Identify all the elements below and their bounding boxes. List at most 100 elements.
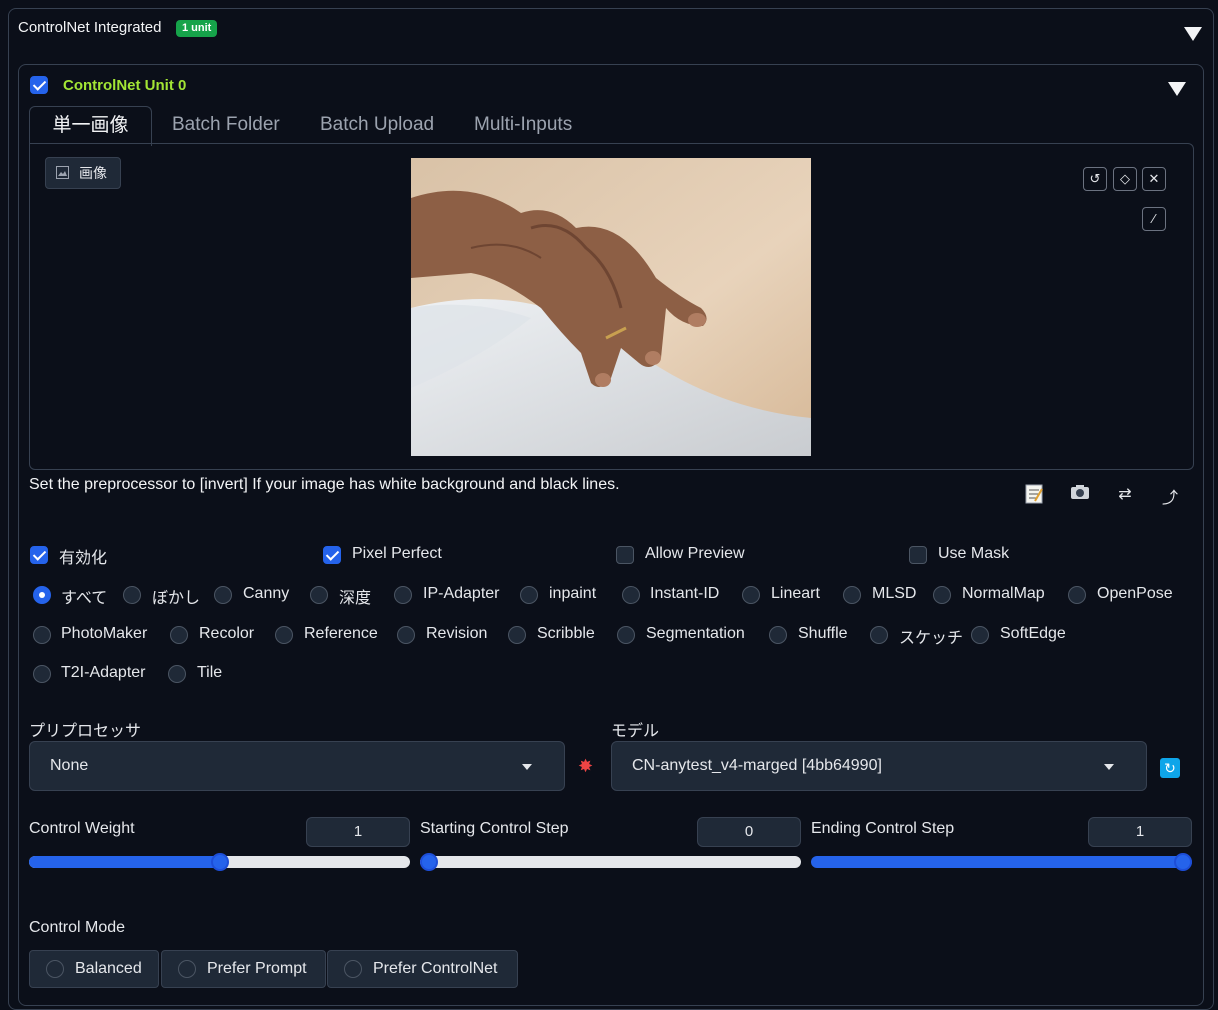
tab-batch-upload[interactable]: Batch Upload bbox=[320, 106, 434, 144]
radio-label: T2I-Adapter bbox=[61, 664, 146, 681]
radio-lineart[interactable] bbox=[742, 586, 760, 604]
starting-step-label: Starting Control Step bbox=[420, 820, 569, 837]
preprocessor-dropdown[interactable]: None bbox=[29, 741, 565, 791]
mode-prefer-prompt[interactable]: Prefer Prompt bbox=[161, 950, 326, 988]
model-value: CN-anytest_v4-marged [4bb64990] bbox=[632, 757, 882, 774]
ending-step-input[interactable]: 1 bbox=[1088, 817, 1192, 847]
image-icon bbox=[56, 166, 69, 179]
allow-preview-checkbox[interactable] bbox=[616, 546, 634, 564]
radio-recolor[interactable] bbox=[170, 626, 188, 644]
close-icon[interactable]: ✕ bbox=[1142, 167, 1166, 191]
slider-thumb[interactable] bbox=[1174, 853, 1192, 871]
preprocessor-hint: Set the preprocessor to [invert] If your… bbox=[29, 476, 620, 493]
radio-label: スケッチ bbox=[899, 630, 964, 647]
radio-label: Reference bbox=[304, 625, 378, 642]
pixel-perfect-checkbox[interactable] bbox=[323, 546, 341, 564]
radio-openpose[interactable] bbox=[1068, 586, 1086, 604]
run-preprocessor-icon[interactable]: ✸ bbox=[578, 756, 593, 777]
collapse-triangle-icon[interactable] bbox=[1184, 27, 1202, 41]
unit-collapse-triangle-icon[interactable] bbox=[1168, 82, 1186, 96]
radio-label: Scribble bbox=[537, 625, 595, 642]
starting-step-slider[interactable] bbox=[420, 856, 801, 868]
mode-prefer-controlnet[interactable]: Prefer ControlNet bbox=[327, 950, 518, 988]
radio-label: PhotoMaker bbox=[61, 625, 148, 642]
unit-label[interactable]: ControlNet Unit 0 bbox=[63, 77, 186, 94]
radio-all[interactable] bbox=[33, 586, 51, 604]
radio-normalmap[interactable] bbox=[933, 586, 951, 604]
radio-inpaint[interactable] bbox=[520, 586, 538, 604]
unit-count-badge: 1 unit bbox=[176, 20, 218, 37]
tab-batch-folder[interactable]: Batch Folder bbox=[172, 106, 280, 144]
swap-icon[interactable]: ⇄ bbox=[1112, 484, 1138, 506]
control-weight-input[interactable]: 1 bbox=[306, 817, 410, 847]
radio-label: NormalMap bbox=[962, 585, 1045, 602]
allow-preview-label: Allow Preview bbox=[645, 545, 745, 562]
radio-instant-id[interactable] bbox=[622, 586, 640, 604]
radio-segmentation[interactable] bbox=[617, 626, 635, 644]
model-dropdown[interactable]: CN-anytest_v4-marged [4bb64990] bbox=[611, 741, 1147, 791]
radio-scribble[interactable] bbox=[508, 626, 526, 644]
radio-label: Shuffle bbox=[798, 625, 848, 642]
tab-multi-inputs[interactable]: Multi-Inputs bbox=[474, 106, 572, 144]
mode-radio[interactable] bbox=[344, 960, 362, 978]
ending-step-label: Ending Control Step bbox=[811, 820, 955, 837]
mode-radio[interactable] bbox=[46, 960, 64, 978]
eraser-icon[interactable]: ◇ bbox=[1113, 167, 1137, 191]
radio-photomaker[interactable] bbox=[33, 626, 51, 644]
chevron-down-icon bbox=[1104, 764, 1114, 770]
radio-blur[interactable] bbox=[123, 586, 141, 604]
radio-label: Canny bbox=[243, 585, 290, 602]
radio-label: Tile bbox=[197, 664, 223, 681]
brush-icon[interactable]: ⁄ bbox=[1142, 207, 1166, 231]
image-label-chip: 画像 bbox=[45, 157, 121, 189]
radio-shuffle[interactable] bbox=[769, 626, 787, 644]
radio-label: ぼかし bbox=[152, 590, 201, 607]
radio-mlsd[interactable] bbox=[843, 586, 861, 604]
mode-radio[interactable] bbox=[178, 960, 196, 978]
control-mode-label: Control Mode bbox=[29, 919, 126, 936]
ending-step-slider[interactable] bbox=[811, 856, 1192, 868]
undo-icon[interactable]: ↺ bbox=[1083, 167, 1107, 191]
mode-label: Prefer ControlNet bbox=[373, 960, 498, 977]
starting-step-input[interactable]: 0 bbox=[697, 817, 801, 847]
mode-label: Prefer Prompt bbox=[207, 960, 307, 977]
radio-label: SoftEdge bbox=[1000, 625, 1066, 642]
slider-thumb[interactable] bbox=[210, 853, 229, 871]
radio-revision[interactable] bbox=[397, 626, 415, 644]
preprocessor-value: None bbox=[50, 757, 89, 774]
input-image[interactable] bbox=[411, 158, 811, 456]
radio-tile[interactable] bbox=[168, 665, 186, 683]
radio-label: OpenPose bbox=[1097, 585, 1173, 602]
mode-label: Balanced bbox=[75, 960, 142, 977]
slider-fill bbox=[811, 856, 1192, 868]
radio-label: 深度 bbox=[339, 590, 372, 607]
model-label: モデル bbox=[611, 723, 660, 740]
radio-canny[interactable] bbox=[214, 586, 232, 604]
unit-enable-checkbox[interactable] bbox=[30, 76, 48, 94]
tab-single-image[interactable]: 単一画像 bbox=[29, 106, 152, 146]
use-mask-checkbox[interactable] bbox=[909, 546, 927, 564]
pixel-perfect-label: Pixel Perfect bbox=[352, 545, 442, 562]
refresh-icon[interactable]: ↻ bbox=[1160, 758, 1180, 778]
mode-balanced[interactable]: Balanced bbox=[29, 950, 159, 988]
enable-checkbox[interactable] bbox=[30, 546, 48, 564]
preprocessor-label: プリプロセッサ bbox=[29, 723, 142, 740]
radio-label: IP-Adapter bbox=[423, 585, 500, 602]
radio-depth[interactable] bbox=[310, 586, 328, 604]
enable-label: 有効化 bbox=[59, 550, 108, 567]
notepad-icon[interactable] bbox=[1021, 484, 1047, 506]
camera-icon[interactable] bbox=[1067, 484, 1093, 506]
send-dimensions-icon[interactable]: ⤴ bbox=[1157, 484, 1183, 507]
radio-label: Segmentation bbox=[646, 625, 745, 642]
radio-t2i-adapter[interactable] bbox=[33, 665, 51, 683]
chevron-down-icon bbox=[522, 764, 532, 770]
radio-reference[interactable] bbox=[275, 626, 293, 644]
slider-thumb[interactable] bbox=[420, 853, 438, 871]
radio-sketch[interactable] bbox=[870, 626, 888, 644]
use-mask-label: Use Mask bbox=[938, 545, 1010, 562]
panel-title[interactable]: ControlNet Integrated bbox=[18, 19, 161, 36]
radio-label: Revision bbox=[426, 625, 488, 642]
radio-ip-adapter[interactable] bbox=[394, 586, 412, 604]
radio-softedge[interactable] bbox=[971, 626, 989, 644]
slider-fill bbox=[29, 856, 220, 868]
